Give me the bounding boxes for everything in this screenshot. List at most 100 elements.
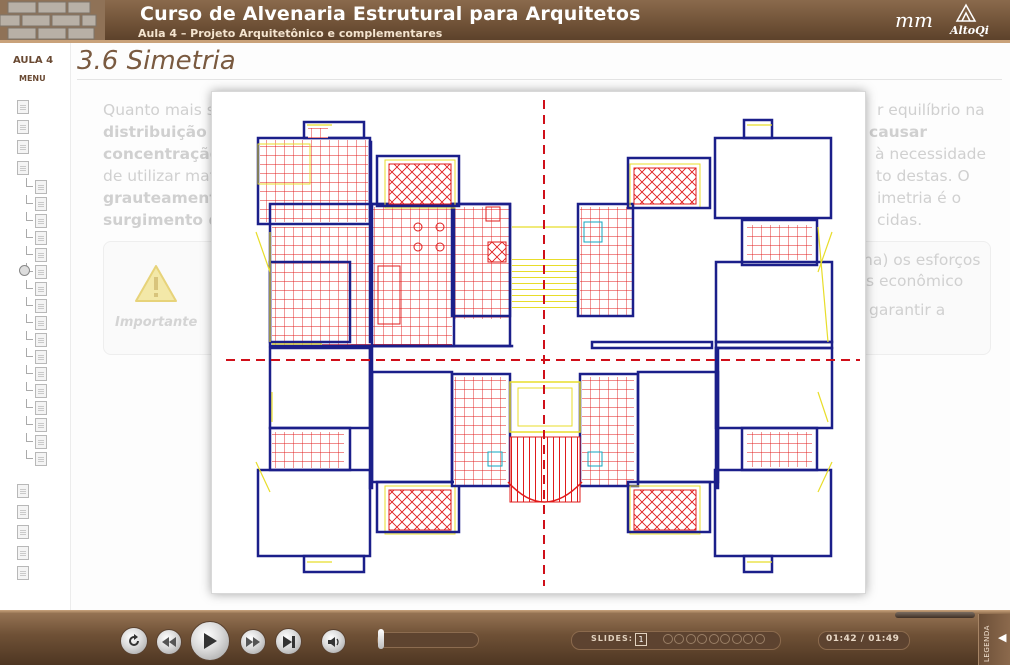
menu-item-icon[interactable]: [35, 350, 47, 364]
menu-item-icon[interactable]: [35, 180, 47, 194]
menu-item-icon[interactable]: [35, 299, 47, 313]
slide-dot[interactable]: [708, 634, 719, 644]
menu-item-icon[interactable]: [35, 214, 47, 228]
volume-icon: [327, 636, 339, 647]
tree-connector: [26, 178, 33, 187]
tree-connector: [26, 212, 33, 221]
lesson-subtitle: Aula 4 – Projeto Arquitetônico e complem…: [138, 27, 443, 40]
replay-button[interactable]: [120, 627, 148, 655]
paragraph-line: Quanto mais s: [103, 101, 215, 119]
tree-connector: [26, 348, 33, 357]
paragraph-line: cidas.: [877, 211, 923, 229]
wall: [714, 346, 720, 490]
page-title: 3.6 Simetria: [77, 46, 236, 76]
tiled-floor: [372, 207, 452, 347]
tiled-floor: [747, 432, 812, 467]
wall: [713, 136, 833, 220]
menu-item-icon[interactable]: [35, 265, 47, 279]
menu-item-icon[interactable]: [35, 231, 47, 245]
menu-item-icon[interactable]: [35, 452, 47, 466]
tree-connector: [26, 450, 33, 459]
slide-dot[interactable]: [731, 634, 742, 644]
skip-end-icon: [282, 635, 295, 648]
slide-dot[interactable]: [685, 634, 696, 644]
current-slide-indicator[interactable]: 1: [635, 633, 647, 646]
volume-slider-knob[interactable]: [378, 629, 384, 649]
play-button[interactable]: [190, 621, 230, 661]
paragraph-line: surgimento d: [103, 211, 220, 229]
menu-item-icon[interactable]: [35, 248, 47, 262]
tree-connector: [26, 297, 33, 306]
paragraph-line: to destas. O: [876, 167, 970, 185]
menu-item-icon[interactable]: [17, 505, 29, 519]
tree-connector: [26, 280, 33, 289]
wall: [713, 468, 833, 558]
paragraph-line: r equilíbrio na: [877, 101, 985, 119]
menu-item-icon[interactable]: [17, 546, 29, 560]
tiled-floor: [452, 207, 510, 319]
bricks-logo-icon: [0, 0, 105, 42]
menu-label: MENU: [19, 74, 46, 83]
legenda-label: LEGENDA: [983, 625, 991, 662]
rewind-icon: [162, 637, 176, 647]
paragraph-line: à necessidade: [875, 145, 987, 163]
menu-item-icon[interactable]: [17, 566, 29, 580]
slide-dot[interactable]: [662, 634, 673, 644]
wall: [368, 346, 374, 490]
info-line: garantir a: [869, 301, 946, 319]
slide-dot[interactable]: [754, 634, 765, 644]
progress-scrubber[interactable]: [895, 612, 975, 618]
play-icon: [204, 633, 217, 649]
tiled-floor: [582, 377, 634, 487]
wall: [370, 370, 454, 484]
wall: [256, 468, 372, 558]
header-bar: Curso de Alvenaria Estrutural para Arqui…: [0, 0, 1010, 42]
slide-dot[interactable]: [697, 634, 707, 644]
menu-item-icon[interactable]: [35, 418, 47, 432]
slide-dot[interactable]: [720, 634, 730, 644]
rewind-button[interactable]: [156, 629, 182, 655]
slide-dot[interactable]: [674, 634, 684, 644]
tiled-floor: [284, 262, 344, 342]
volume-button[interactable]: [321, 629, 346, 654]
tree-connector: [26, 195, 33, 204]
menu-item-icon[interactable]: [17, 120, 29, 134]
course-title: Curso de Alvenaria Estrutural para Arqui…: [140, 3, 641, 25]
menu-item-icon[interactable]: [17, 525, 29, 539]
menu-item-icon[interactable]: [17, 100, 29, 114]
info-line: s econômico: [866, 272, 964, 290]
menu-item-icon[interactable]: [35, 197, 47, 211]
wall: [636, 370, 720, 484]
time-readout: 01:42 / 01:49: [826, 634, 900, 644]
tiled-floor: [454, 377, 506, 487]
slides-label: SLIDES:: [591, 634, 633, 643]
menu-item-icon[interactable]: [35, 316, 47, 330]
menu-item-icon[interactable]: [35, 282, 47, 296]
fast-forward-button[interactable]: [240, 629, 266, 655]
info-line: na) os esforços: [863, 251, 981, 269]
tree-connector: [26, 399, 33, 408]
wall: [714, 260, 834, 344]
skip-end-button[interactable]: [275, 628, 302, 655]
menu-item-icon[interactable]: [35, 384, 47, 398]
chevron-left-icon[interactable]: ◀: [998, 631, 1006, 644]
altoqi-logo: AltoQi: [950, 24, 989, 37]
replay-icon: [129, 634, 139, 646]
balcony-hatch: [388, 489, 452, 531]
menu-item-icon[interactable]: [35, 401, 47, 415]
menu-item-icon[interactable]: [35, 367, 47, 381]
paragraph-line: grauteamento: [103, 189, 228, 207]
menu-item-icon[interactable]: [35, 435, 47, 449]
tiled-floor: [747, 225, 812, 260]
volume-slider[interactable]: [377, 632, 479, 648]
menu-item-icon[interactable]: [35, 333, 47, 347]
menu-item-icon[interactable]: [17, 140, 29, 154]
slide-dot[interactable]: [743, 634, 753, 644]
tree-connector: [26, 433, 33, 442]
floor-plan-figure: [211, 91, 866, 594]
tree-connector: [26, 365, 33, 374]
menu-item-icon[interactable]: [17, 484, 29, 498]
paragraph-line: de utilizar mat: [103, 167, 216, 185]
menu-item-icon[interactable]: [17, 161, 29, 175]
stove: [487, 241, 507, 263]
